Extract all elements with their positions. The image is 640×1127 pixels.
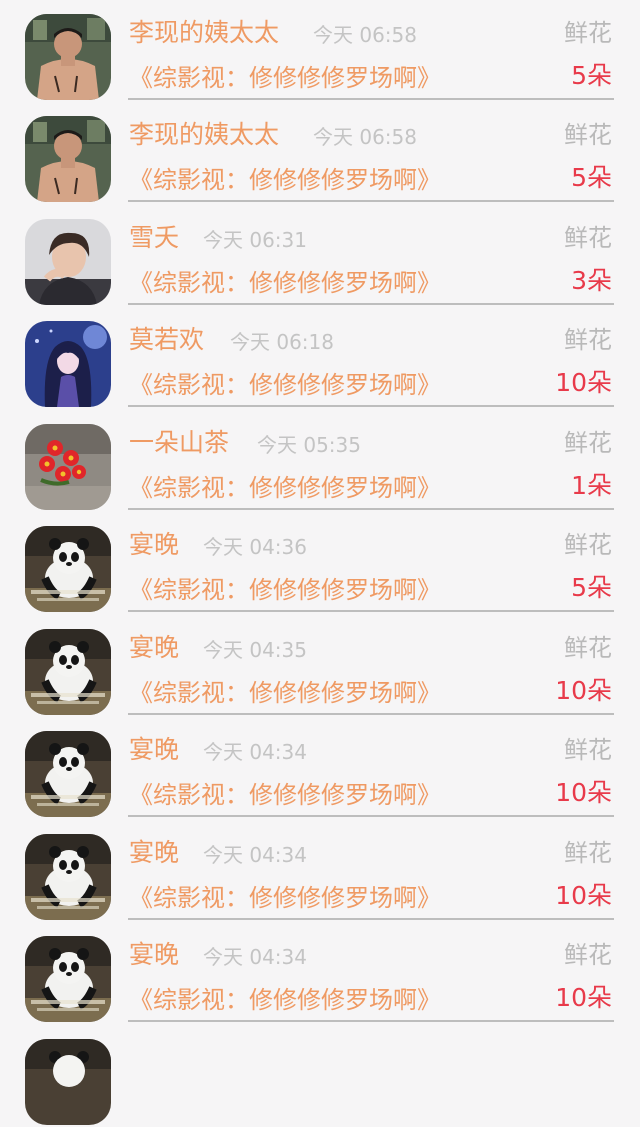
list-item[interactable]: 宴晚 今天 04:34 鲜花 《综影视：修修修修罗场啊》 10朵	[0, 922, 640, 1024]
list-item-partial[interactable]	[0, 1025, 640, 1127]
shirtless-man-avatar-icon[interactable]	[25, 116, 111, 202]
book-title-link[interactable]: 《综影视：修修修修罗场啊》	[129, 574, 441, 606]
gift-type-label: 鲜花	[564, 839, 612, 867]
red-flowers-avatar-icon[interactable]	[25, 424, 111, 510]
gift-count: 10朵	[555, 983, 612, 1012]
gift-count: 10朵	[555, 881, 612, 910]
sender-name[interactable]: 李现的姨太太	[129, 16, 279, 50]
list-item[interactable]: 莫若欢 今天 06:18 鲜花 《综影视：修修修修罗场啊》 10朵	[0, 307, 640, 409]
gift-type-label: 鲜花	[564, 531, 612, 559]
book-title-link[interactable]: 《综影视：修修修修罗场啊》	[129, 677, 441, 709]
gift-time: 今天 04:34	[203, 945, 307, 969]
book-title-link[interactable]: 《综影视：修修修修罗场啊》	[129, 62, 441, 94]
panda-meme-avatar-icon[interactable]	[25, 526, 111, 612]
list-item[interactable]: 宴晚 今天 04:34 鲜花 《综影视：修修修修罗场啊》 10朵	[0, 717, 640, 819]
gift-count: 10朵	[555, 676, 612, 705]
gift-type-label: 鲜花	[564, 429, 612, 457]
gift-count: 10朵	[555, 368, 612, 397]
panda-meme-avatar-icon[interactable]	[25, 936, 111, 1022]
gift-type-label: 鲜花	[564, 326, 612, 354]
gift-type-label: 鲜花	[564, 736, 612, 764]
book-title-link[interactable]: 《综影视：修修修修罗场啊》	[129, 984, 441, 1016]
gift-count: 1朵	[571, 471, 612, 500]
list-item[interactable]: 宴晚 今天 04:34 鲜花 《综影视：修修修修罗场啊》 10朵	[0, 820, 640, 922]
gift-type-label: 鲜花	[564, 121, 612, 149]
book-title-link[interactable]: 《综影视：修修修修罗场啊》	[129, 369, 441, 401]
gift-time: 今天 04:34	[203, 843, 307, 867]
row-divider	[128, 508, 614, 510]
book-title-link[interactable]: 《综影视：修修修修罗场啊》	[129, 472, 441, 504]
gift-time: 今天 06:18	[230, 330, 334, 354]
gift-time: 今天 04:34	[203, 740, 307, 764]
gift-count: 5朵	[571, 61, 612, 90]
gift-time: 今天 06:58	[313, 125, 417, 149]
row-divider	[128, 200, 614, 202]
anime-girl-avatar-icon[interactable]	[25, 321, 111, 407]
panda-meme-avatar-icon[interactable]	[25, 834, 111, 920]
panda-meme-avatar-icon[interactable]	[25, 1039, 111, 1125]
row-divider	[128, 1020, 614, 1022]
gift-time: 今天 05:35	[257, 433, 361, 457]
row-divider	[128, 713, 614, 715]
book-title-link[interactable]: 《综影视：修修修修罗场啊》	[129, 882, 441, 914]
row-divider	[128, 610, 614, 612]
sender-name[interactable]: 雪夭	[129, 221, 179, 255]
list-item[interactable]: 宴晚 今天 04:36 鲜花 《综影视：修修修修罗场啊》 5朵	[0, 512, 640, 614]
gift-count: 10朵	[555, 778, 612, 807]
panda-meme-avatar-icon[interactable]	[25, 731, 111, 817]
sender-name[interactable]: 宴晚	[129, 836, 179, 870]
gift-time: 今天 04:35	[203, 638, 307, 662]
gift-type-label: 鲜花	[564, 941, 612, 969]
list-item[interactable]: 一朵山茶 今天 05:35 鲜花 《综影视：修修修修罗场啊》 1朵	[0, 410, 640, 512]
row-divider	[128, 815, 614, 817]
gift-time: 今天 06:58	[313, 23, 417, 47]
row-divider	[128, 405, 614, 407]
list-item[interactable]: 李现的姨太太 今天 06:58 鲜花 《综影视：修修修修罗场啊》 5朵	[0, 0, 640, 102]
gift-time: 今天 06:31	[203, 228, 307, 252]
book-title-link[interactable]: 《综影视：修修修修罗场啊》	[129, 779, 441, 811]
row-divider	[128, 918, 614, 920]
book-title-link[interactable]: 《综影视：修修修修罗场啊》	[129, 267, 441, 299]
gift-count: 5朵	[571, 573, 612, 602]
list-item[interactable]: 宴晚 今天 04:35 鲜花 《综影视：修修修修罗场啊》 10朵	[0, 615, 640, 717]
row-divider	[128, 303, 614, 305]
sender-name[interactable]: 一朵山茶	[129, 426, 229, 460]
sender-name[interactable]: 宴晚	[129, 938, 179, 972]
list-item[interactable]: 雪夭 今天 06:31 鲜花 《综影视：修修修修罗场啊》 3朵	[0, 205, 640, 307]
list-item[interactable]: 李现的姨太太 今天 06:58 鲜花 《综影视：修修修修罗场啊》 5朵	[0, 102, 640, 204]
gift-type-label: 鲜花	[564, 19, 612, 47]
sender-name[interactable]: 宴晚	[129, 631, 179, 665]
young-man-portrait-avatar-icon[interactable]	[25, 219, 111, 305]
gift-type-label: 鲜花	[564, 224, 612, 252]
row-divider	[128, 98, 614, 100]
sender-name[interactable]: 李现的姨太太	[129, 118, 279, 152]
gift-count: 5朵	[571, 163, 612, 192]
gift-count: 3朵	[571, 266, 612, 295]
panda-meme-avatar-icon[interactable]	[25, 629, 111, 715]
shirtless-man-avatar-icon[interactable]	[25, 14, 111, 100]
sender-name[interactable]: 莫若欢	[129, 323, 204, 357]
gift-time: 今天 04:36	[203, 535, 307, 559]
book-title-link[interactable]: 《综影视：修修修修罗场啊》	[129, 164, 441, 196]
sender-name[interactable]: 宴晚	[129, 733, 179, 767]
sender-name[interactable]: 宴晚	[129, 528, 179, 562]
gift-type-label: 鲜花	[564, 634, 612, 662]
